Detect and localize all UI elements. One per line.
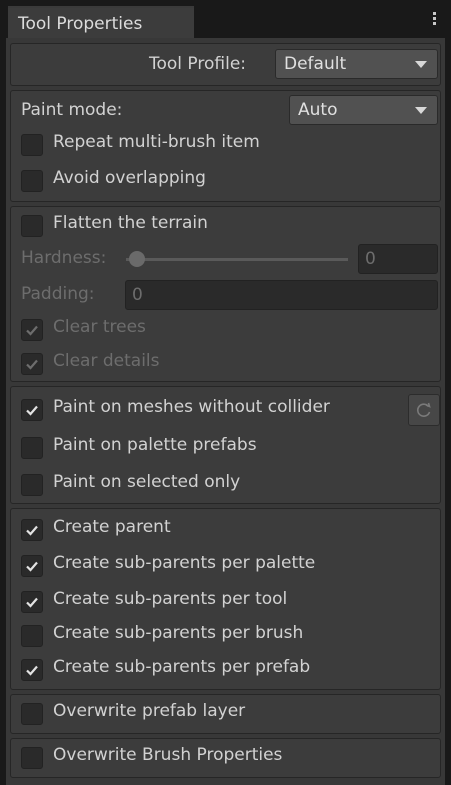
clear-details-checkbox[interactable]: [21, 353, 43, 375]
sub-parents-palette-checkbox[interactable]: [21, 555, 43, 577]
flatten-terrain-label: Flatten the terrain: [53, 213, 208, 233]
padding-label: Padding:: [21, 284, 95, 304]
repeat-multi-brush-label: Repeat multi-brush item: [53, 132, 260, 152]
hardness-label: Hardness:: [21, 248, 107, 268]
hardness-value: 0: [365, 249, 376, 269]
overwrite-layer-label: Overwrite prefab layer: [53, 701, 246, 721]
paint-selected-only-checkbox[interactable]: [21, 474, 43, 496]
checkmark-icon: [26, 405, 38, 416]
clear-trees-label: Clear trees: [53, 317, 146, 337]
checkmark-icon: [26, 597, 38, 608]
paint-without-collider-checkbox[interactable]: [21, 399, 43, 421]
avoid-overlapping-checkbox[interactable]: [21, 170, 43, 192]
kebab-menu-icon[interactable]: [429, 10, 439, 30]
tool-profile-dropdown[interactable]: Default: [275, 49, 438, 79]
tool-profile-value: Default: [284, 54, 347, 74]
clear-details-label: Clear details: [53, 351, 160, 371]
paint-mode-dropdown[interactable]: Auto: [289, 95, 438, 125]
overwrite-layer-section: Overwrite prefab layer: [10, 694, 441, 734]
sub-parents-brush-checkbox[interactable]: [21, 625, 43, 647]
paint-palette-prefabs-checkbox[interactable]: [21, 437, 43, 459]
create-parent-label: Create parent: [53, 517, 171, 537]
hardness-slider-handle[interactable]: [129, 251, 145, 267]
chevron-down-icon: [415, 107, 427, 114]
refresh-button[interactable]: [408, 394, 440, 426]
paint-selected-only-label: Paint on selected only: [53, 472, 241, 492]
checkmark-icon: [26, 325, 38, 336]
sub-parents-prefab-checkbox[interactable]: [21, 659, 43, 681]
paint-without-collider-label: Paint on meshes without collider: [53, 397, 330, 417]
create-parent-checkbox[interactable]: [21, 519, 43, 541]
paint-palette-prefabs-label: Paint on palette prefabs: [53, 435, 257, 455]
repeat-multi-brush-checkbox[interactable]: [21, 134, 43, 156]
chevron-down-icon: [415, 61, 427, 68]
sub-parents-brush-label: Create sub-parents per brush: [53, 623, 304, 643]
overwrite-layer-checkbox[interactable]: [21, 703, 43, 725]
hardness-field[interactable]: 0: [358, 244, 438, 274]
paint-mode-value: Auto: [298, 100, 338, 120]
sub-parents-prefab-label: Create sub-parents per prefab: [53, 657, 311, 677]
checkmark-icon: [26, 359, 38, 370]
flatten-terrain-checkbox[interactable]: [21, 215, 43, 237]
refresh-icon: [417, 402, 431, 417]
overwrite-brush-checkbox[interactable]: [21, 747, 43, 769]
overwrite-brush-label: Overwrite Brush Properties: [53, 745, 283, 765]
paint-on-meshes-section: Paint on meshes without collider Paint o…: [10, 386, 441, 504]
checkmark-icon: [26, 561, 38, 572]
create-parents-section: Create parent Create sub-parents per pal…: [10, 508, 441, 690]
overwrite-brush-section: Overwrite Brush Properties: [10, 738, 441, 778]
sub-parents-palette-label: Create sub-parents per palette: [53, 553, 316, 573]
tool-properties-window: Tool Properties Tool Profile: Default Pa…: [6, 0, 445, 785]
padding-value: 0: [132, 285, 143, 305]
paint-mode-section: Paint mode: Auto Repeat multi-brush item…: [10, 90, 441, 202]
clear-trees-checkbox[interactable]: [21, 319, 43, 341]
checkmark-icon: [26, 665, 38, 676]
padding-field[interactable]: 0: [125, 280, 438, 310]
tab-title: Tool Properties: [18, 14, 143, 34]
tab-tool-properties[interactable]: Tool Properties: [8, 6, 194, 38]
terrain-section: Flatten the terrain Hardness: 0 Padding:…: [10, 206, 441, 382]
sub-parents-tool-checkbox[interactable]: [21, 591, 43, 613]
tool-profile-label: Tool Profile:: [149, 54, 247, 74]
tab-bar: Tool Properties: [6, 0, 445, 38]
sub-parents-tool-label: Create sub-parents per tool: [53, 589, 288, 609]
avoid-overlapping-label: Avoid overlapping: [53, 168, 206, 188]
tool-profile-section: Tool Profile: Default: [10, 43, 441, 86]
hardness-slider-track[interactable]: [126, 258, 348, 261]
checkmark-icon: [26, 525, 38, 536]
paint-mode-label: Paint mode:: [21, 100, 123, 120]
